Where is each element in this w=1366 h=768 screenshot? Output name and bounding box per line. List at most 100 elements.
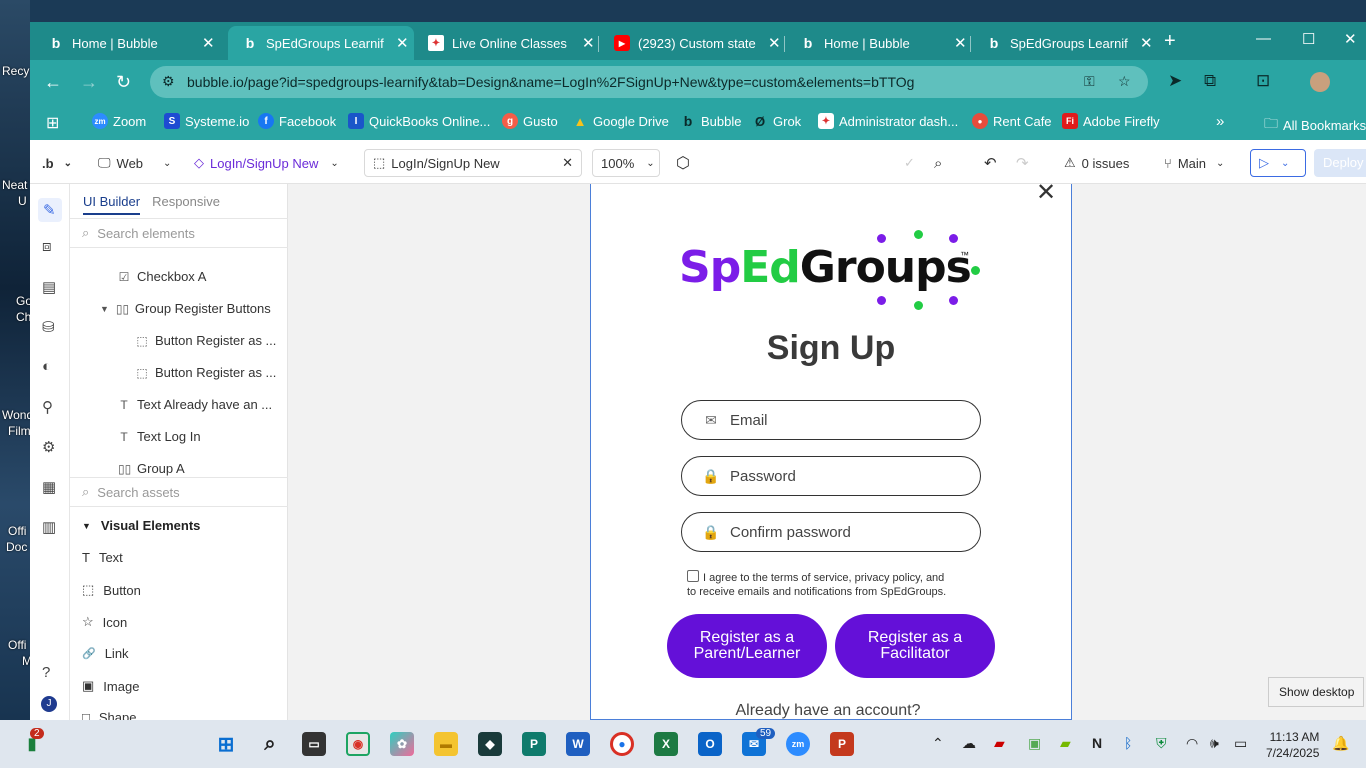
bookmark-admin-dashboard[interactable]: ✦ Administrator dash... <box>818 113 958 129</box>
workflow-icon[interactable]: ⧈ <box>42 238 52 255</box>
desktop-icon-label[interactable]: Offi <box>8 524 26 538</box>
undo-icon[interactable]: ↶ <box>984 149 997 177</box>
bookmark-star-icon[interactable]: ☆ <box>1118 73 1131 90</box>
reload-button[interactable]: ↻ <box>116 72 131 93</box>
excel-icon[interactable]: X <box>654 732 678 756</box>
chrome-icon[interactable]: ◉ <box>346 732 370 756</box>
cloud-icon[interactable]: ☁ <box>962 735 976 752</box>
outlook-icon[interactable]: O <box>698 732 722 756</box>
tab[interactable]: b SpEdGroups Learnify ✕ <box>972 26 1158 60</box>
close-icon[interactable]: ✕ <box>1036 184 1056 207</box>
desktop-icon-label[interactable]: Go <box>16 294 30 308</box>
issues-button[interactable]: ⚠ 0 issues <box>1064 149 1129 177</box>
tab[interactable]: ▶ (2923) Custom states ✕ <box>600 26 786 60</box>
zoom-dropdown[interactable]: 100% ⌄ <box>592 149 660 177</box>
visual-elements-header[interactable]: ▼ Visual Elements <box>82 518 200 533</box>
email-field[interactable]: ✉ Email <box>681 400 981 440</box>
bluetooth-icon[interactable]: ᛒ <box>1124 735 1132 751</box>
more-bookmarks-chevron-icon[interactable]: » <box>1216 113 1224 130</box>
bookmark-zoom[interactable]: zm Zoom <box>92 113 146 129</box>
editor-canvas[interactable]: ✕ SpEdGroups ™ Sign Up ✉ Email 🔒 Password … <box>288 184 1366 720</box>
word-icon[interactable]: W <box>566 732 590 756</box>
desktop-icon-label[interactable]: Wond <box>2 408 30 422</box>
copilot-icon[interactable]: ✿ <box>390 732 414 756</box>
redo-icon[interactable]: ↷ <box>1016 149 1029 177</box>
user-avatar[interactable]: J <box>41 696 57 712</box>
battery-icon[interactable]: ▭ <box>1234 735 1247 752</box>
close-icon[interactable]: ✕ <box>1140 34 1153 52</box>
publisher-icon[interactable]: P <box>522 732 546 756</box>
asset-text[interactable]: T Text <box>82 550 123 565</box>
bookmark-gusto[interactable]: g Gusto <box>502 113 558 129</box>
bookmark-google-drive[interactable]: ▲ Google Drive <box>572 113 669 129</box>
register-parent-button[interactable]: Register as a Parent/Learner <box>667 614 827 678</box>
bookmark-quickbooks[interactable]: I QuickBooks Online... <box>348 113 490 129</box>
desktop-icon-label[interactable]: Neat <box>2 178 27 192</box>
forward-button[interactable]: → <box>80 72 98 93</box>
volume-icon[interactable]: 🕪 <box>1210 735 1219 752</box>
apps-grid-icon[interactable]: ⊞ <box>46 113 59 133</box>
security-shield-icon[interactable]: ⛨ <box>1156 735 1167 752</box>
styles-palette-icon[interactable]: ◐ <box>42 358 51 375</box>
close-icon[interactable]: ✕ <box>582 34 595 52</box>
reading-mode-icon[interactable]: ⊡ <box>1256 71 1270 91</box>
tab[interactable]: b Home | Bubble ✕ <box>786 26 972 60</box>
close-icon[interactable]: ✕ <box>954 34 967 52</box>
desktop-icon-label[interactable]: Ch <box>16 310 30 324</box>
tab-responsive[interactable]: Responsive <box>152 194 220 215</box>
close-icon[interactable]: ✕ <box>396 34 409 52</box>
bookmark-grok[interactable]: Ø Grok <box>752 113 801 129</box>
signup-popup[interactable]: ✕ SpEdGroups ™ Sign Up ✉ Email 🔒 Password … <box>590 184 1072 720</box>
close-icon[interactable]: ✕ <box>202 34 215 52</box>
tab-ui-builder[interactable]: UI Builder <box>83 194 141 215</box>
page-dropdown[interactable]: ◇ LogIn/SignUp New ⌄ <box>186 149 354 177</box>
task-view-icon[interactable]: ▭ <box>302 732 326 756</box>
notifications-icon[interactable]: 🔔 <box>1332 735 1349 752</box>
desktop-icon-label[interactable]: Film <box>8 424 30 438</box>
register-facilitator-button[interactable]: Register as a Facilitator <box>835 614 995 678</box>
app-tray-icon[interactable]: ▰ <box>994 735 1005 752</box>
tab[interactable]: b Home | Bubble ✕ <box>34 26 220 60</box>
asset-image[interactable]: ▣ Image <box>82 678 139 694</box>
wifi-icon[interactable]: ◠ <box>1186 735 1198 752</box>
desktop-icon-label[interactable]: U <box>18 194 27 208</box>
tree-item[interactable]: ▼ ▯▯ Group Register Buttons <box>100 301 271 316</box>
zoom-icon[interactable]: zm <box>786 732 810 756</box>
search-icon[interactable]: ⌕ <box>934 149 942 177</box>
logs-chart-icon[interactable]: ▦ <box>42 478 56 496</box>
tree-item[interactable]: ⬚ Button Register as ... <box>136 333 276 348</box>
deploy-button[interactable]: Deploy <box>1314 149 1366 177</box>
search-assets-input[interactable]: ⌕ Search assets <box>70 477 288 507</box>
tree-item[interactable]: ⬚ Button Register as ... <box>136 365 276 380</box>
check-icon[interactable]: ✓ <box>904 149 915 177</box>
tree-item[interactable]: T Text Log In <box>118 429 200 444</box>
clock[interactable]: 11:13 AM 7/24/2025 <box>1266 729 1319 761</box>
tab[interactable]: ✦ Live Online Classes an ✕ <box>414 26 600 60</box>
asset-link[interactable]: 🔗 Link <box>82 646 129 661</box>
desktop-icon-label[interactable]: Offi <box>8 638 26 652</box>
search-elements-input[interactable]: ⌕ Search elements <box>70 218 288 248</box>
extensions-icon[interactable]: ⧉ <box>1204 71 1216 91</box>
desktop-icon-label[interactable]: Doc <box>6 540 27 554</box>
desktop-icon-label[interactable]: M <box>22 654 30 668</box>
search-icon[interactable]: ⌕ <box>258 732 282 756</box>
tree-item[interactable]: ☑ Checkbox A <box>118 269 207 284</box>
bookmark-facebook[interactable]: f Facebook <box>258 113 336 129</box>
file-explorer-icon[interactable]: ▬ <box>434 732 458 756</box>
profile-avatar[interactable] <box>1310 72 1330 92</box>
pages-icon[interactable]: ▤ <box>42 278 56 296</box>
branch-dropdown[interactable]: ⑂ Main ⌄ <box>1164 149 1224 177</box>
cube-icon[interactable]: ⬡ <box>676 149 690 177</box>
maximize-button[interactable]: ☐ <box>1302 30 1315 48</box>
close-icon[interactable]: ✕ <box>562 155 573 171</box>
expand-triangle-icon[interactable]: ▼ <box>100 304 109 314</box>
bookmark-systeme[interactable]: S Systeme.io <box>164 113 249 129</box>
bookmark-adobe-firefly[interactable]: Fi Adobe Firefly <box>1062 113 1160 129</box>
minimize-button[interactable]: — <box>1256 30 1271 47</box>
close-window-button[interactable]: ✕ <box>1344 30 1357 48</box>
preview-button[interactable]: ▷ ⌄ <box>1250 149 1306 177</box>
settings-gear-icon[interactable]: ⚙ <box>42 438 55 456</box>
back-button[interactable]: ← <box>44 72 62 93</box>
start-windows-icon[interactable]: ⊞ <box>214 732 238 756</box>
bubble-menu[interactable]: .b ⌄ <box>42 149 72 177</box>
